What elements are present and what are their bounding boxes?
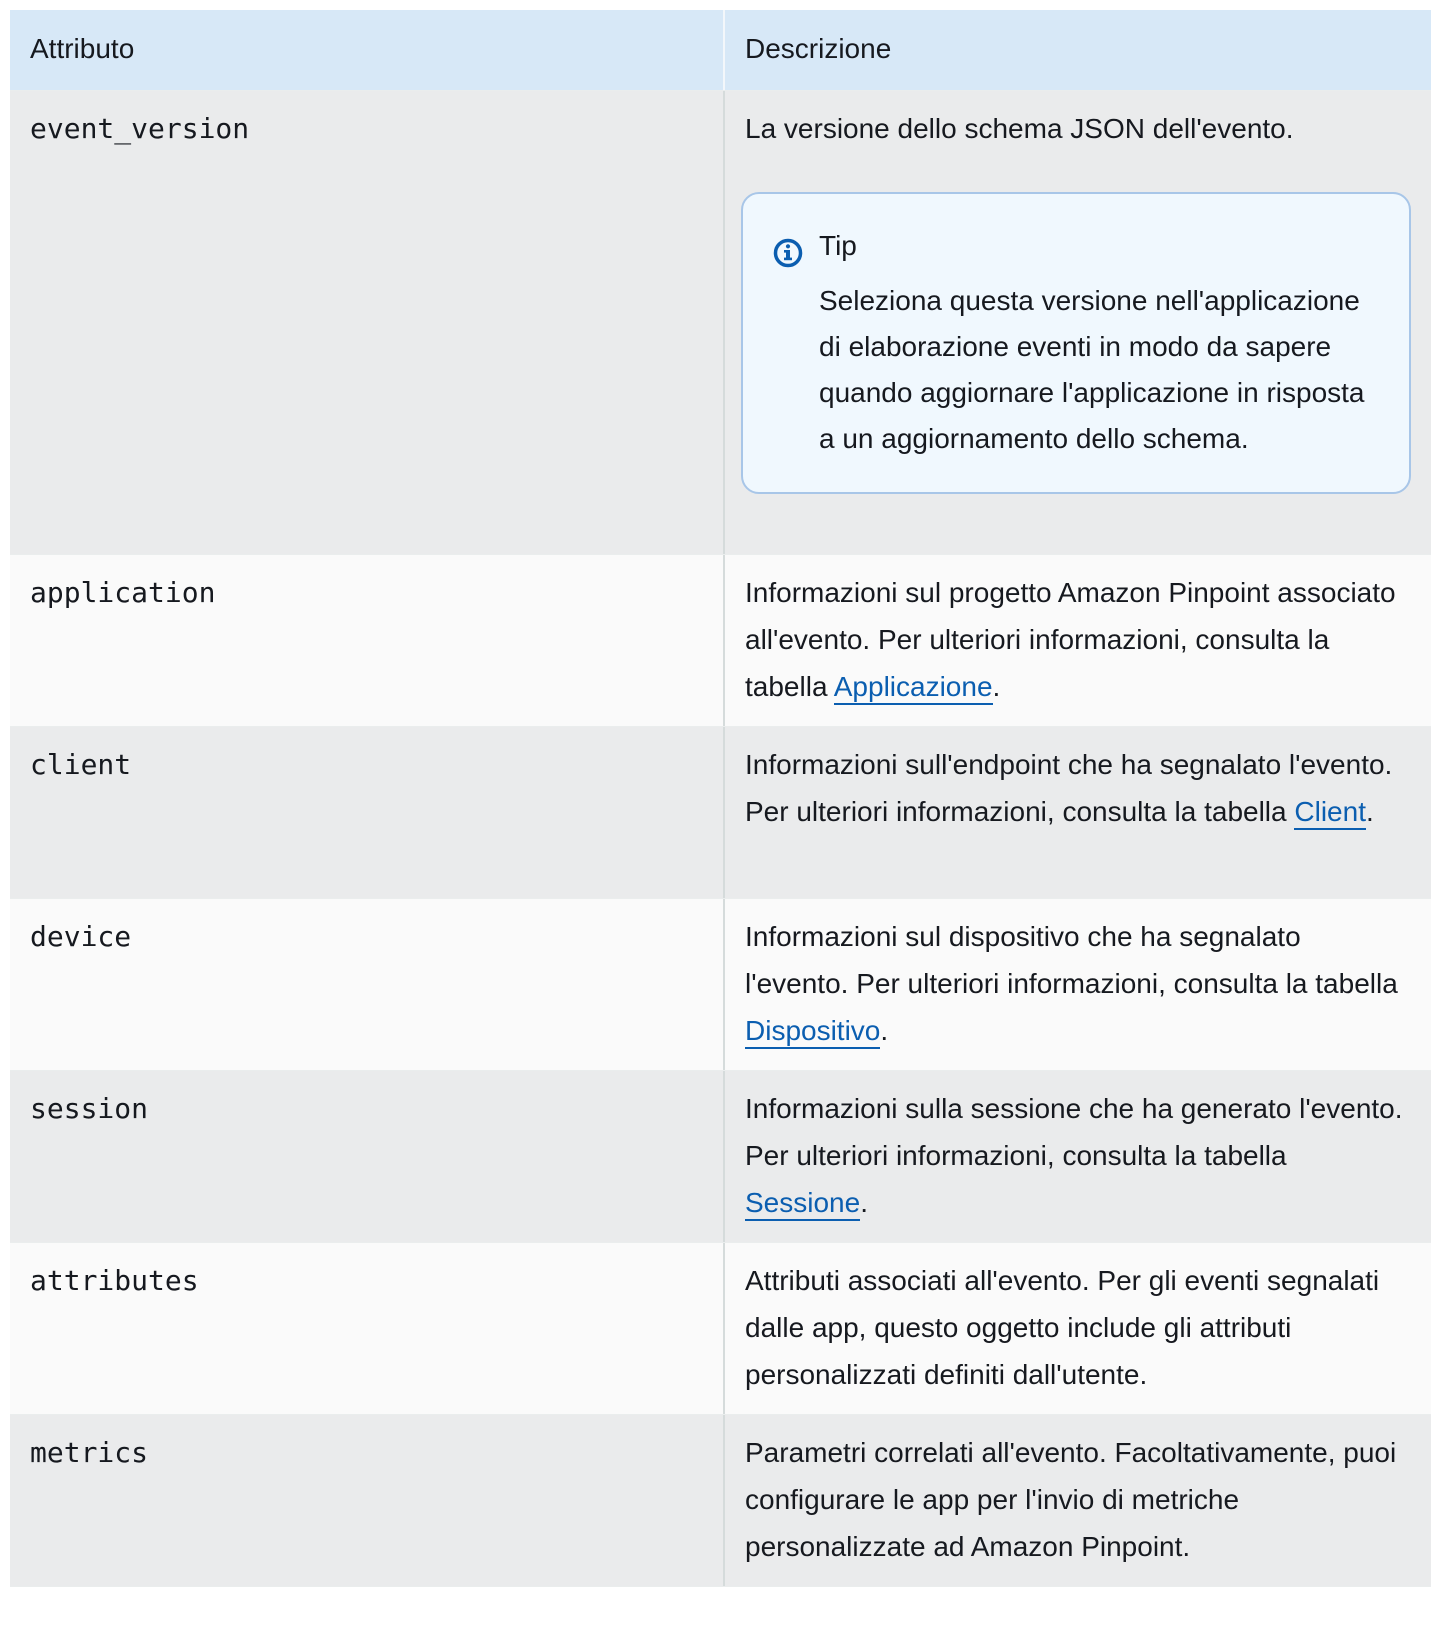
table-row: device Informazioni sul dispositivo che …: [10, 899, 1431, 1071]
table-row: client Informazioni sull'endpoint che ha…: [10, 727, 1431, 899]
description-suffix: .: [880, 1015, 889, 1046]
tip-body: Tip Seleziona questa versione nell'appli…: [819, 224, 1379, 462]
description-suffix: .: [1365, 796, 1374, 827]
attribute-description: La versione dello schema JSON dell'event…: [723, 91, 1431, 554]
column-header-attribute: Attributo: [10, 10, 723, 90]
link-dispositivo[interactable]: Dispositivo: [745, 1015, 881, 1049]
attribute-name: metrics: [10, 1415, 723, 1586]
attribute-description: Parametri correlati all'evento. Facoltat…: [723, 1415, 1431, 1586]
description-suffix: .: [860, 1187, 868, 1218]
link-client[interactable]: Client: [1294, 796, 1366, 830]
link-sessione[interactable]: Sessione: [745, 1187, 861, 1221]
tip-title: Tip: [819, 230, 857, 261]
table-row: session Informazioni sulla sessione che …: [10, 1071, 1431, 1243]
table-row: application Informazioni sul progetto Am…: [10, 555, 1431, 727]
attribute-name: event_version: [10, 91, 723, 554]
attribute-name: session: [10, 1071, 723, 1242]
attribute-description: Informazioni sul progetto Amazon Pinpoin…: [723, 555, 1431, 726]
table-row: event_version La versione dello schema J…: [10, 91, 1431, 555]
attribute-description: Informazioni sul dispositivo che ha segn…: [723, 899, 1431, 1070]
info-icon: [773, 238, 803, 268]
attribute-description: Informazioni sull'endpoint che ha segnal…: [723, 727, 1431, 898]
table-header-row: Attributo Descrizione: [10, 10, 1431, 91]
attribute-description: Attributi associati all'evento. Per gli …: [723, 1243, 1431, 1414]
attribute-description: Informazioni sulla sessione che ha gener…: [723, 1071, 1431, 1242]
attribute-name: application: [10, 555, 723, 726]
attributes-table: Attributo Descrizione event_version La v…: [10, 10, 1431, 1587]
tip-text: Seleziona questa versione nell'applicazi…: [819, 285, 1365, 454]
attribute-name: device: [10, 899, 723, 1070]
description-text: Informazioni sulla sessione che ha gener…: [745, 1093, 1403, 1171]
description-text: La versione dello schema JSON dell'event…: [745, 113, 1294, 144]
table-row: metrics Parametri correlati all'evento. …: [10, 1415, 1431, 1587]
table-row: attributes Attributi associati all'event…: [10, 1243, 1431, 1415]
column-header-description: Descrizione: [723, 10, 1431, 90]
tip-callout: Tip Seleziona questa versione nell'appli…: [741, 192, 1411, 494]
attribute-name: client: [10, 727, 723, 898]
description-text: Informazioni sul dispositivo che ha segn…: [745, 921, 1398, 999]
link-applicazione[interactable]: Applicazione: [833, 671, 993, 705]
description-suffix: .: [992, 671, 1001, 702]
attribute-name: attributes: [10, 1243, 723, 1414]
